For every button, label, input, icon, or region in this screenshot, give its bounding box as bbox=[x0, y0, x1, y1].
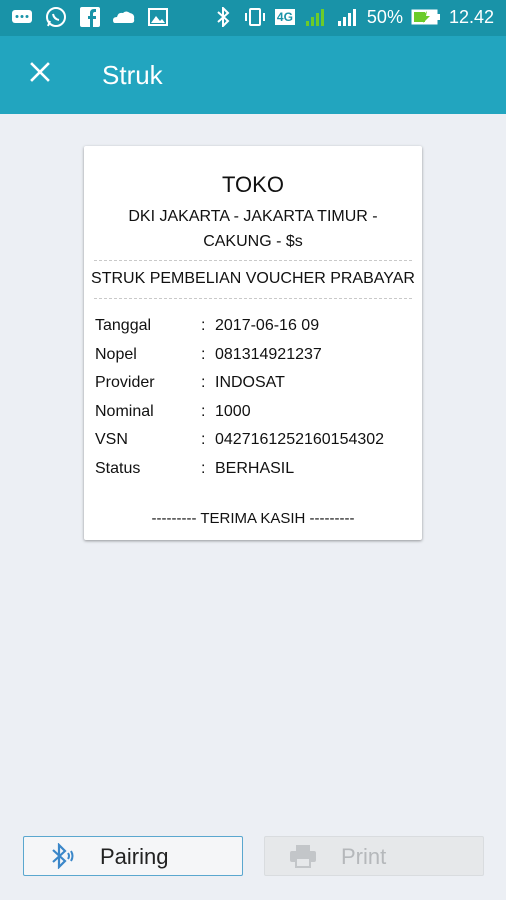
divider bbox=[94, 298, 412, 299]
signal-icon-sim2 bbox=[335, 6, 359, 28]
network-type-label: 4G bbox=[274, 9, 295, 25]
receipt-row: Tanggal : 2017-06-16 09 bbox=[95, 317, 415, 341]
row-label: Nopel bbox=[95, 346, 137, 363]
print-label: Print bbox=[341, 844, 387, 869]
receipt-row: Status : BERHASIL bbox=[95, 460, 415, 484]
receipt-row: Nominal : 1000 bbox=[95, 403, 415, 427]
row-separator: : bbox=[201, 317, 206, 334]
row-value: 1000 bbox=[215, 403, 251, 420]
row-separator: : bbox=[201, 346, 206, 363]
row-label: Nominal bbox=[95, 403, 154, 420]
row-value: INDOSAT bbox=[215, 374, 285, 391]
divider bbox=[94, 260, 412, 261]
row-value: 081314921237 bbox=[215, 346, 322, 363]
status-bar: 4G 50% 12.42 bbox=[0, 0, 506, 36]
row-separator: : bbox=[201, 374, 206, 391]
receipt-title: STRUK PEMBELIAN VOUCHER PRABAYAR bbox=[91, 270, 415, 287]
chat-bubble-icon bbox=[10, 6, 34, 28]
row-label: Tanggal bbox=[95, 317, 152, 334]
row-value: 2017-06-16 09 bbox=[215, 317, 320, 334]
store-name: TOKO bbox=[222, 172, 284, 197]
row-label: Status bbox=[95, 460, 141, 477]
row-label: VSN bbox=[95, 431, 128, 448]
facebook-icon bbox=[78, 6, 102, 28]
pairing-button[interactable]: Pairing bbox=[23, 836, 243, 876]
receipt-row: Nopel : 081314921237 bbox=[95, 346, 415, 370]
receipt-card: TOKO DKI JAKARTA - JAKARTA TIMUR - CAKUN… bbox=[84, 146, 422, 540]
print-button[interactable]: Print bbox=[264, 836, 484, 876]
image-icon bbox=[146, 6, 170, 28]
bluetooth-icon bbox=[48, 843, 76, 869]
row-label: Provider bbox=[95, 374, 155, 391]
store-address: DKI JAKARTA - JAKARTA TIMUR - CAKUNG - $… bbox=[128, 208, 378, 250]
row-value: 0427161252160154302 bbox=[215, 431, 385, 448]
pairing-label: Pairing bbox=[100, 844, 169, 869]
close-icon bbox=[30, 61, 50, 87]
row-separator: : bbox=[201, 460, 206, 477]
page-title: Struk bbox=[102, 60, 163, 90]
cloud-icon bbox=[112, 6, 136, 28]
printer-icon bbox=[289, 843, 317, 869]
row-value: BERHASIL bbox=[215, 460, 295, 477]
signal-icon-sim1 bbox=[303, 6, 327, 28]
receipt-row: VSN : 0427161252160154302 bbox=[95, 431, 415, 455]
row-separator: : bbox=[201, 403, 206, 420]
receipt-row: Provider : INDOSAT bbox=[95, 374, 415, 398]
vibrate-icon bbox=[243, 6, 267, 28]
close-button[interactable] bbox=[22, 56, 58, 92]
app-bar: Struk bbox=[0, 36, 506, 114]
bluetooth-icon bbox=[211, 6, 235, 28]
row-separator: : bbox=[201, 431, 206, 448]
receipt-footer: --------- TERIMA KASIH --------- bbox=[151, 510, 355, 527]
battery-percent: 50% bbox=[366, 6, 403, 27]
battery-charging-icon bbox=[411, 6, 441, 28]
whatsapp-icon bbox=[44, 6, 68, 28]
clock: 12.42 bbox=[448, 6, 494, 27]
